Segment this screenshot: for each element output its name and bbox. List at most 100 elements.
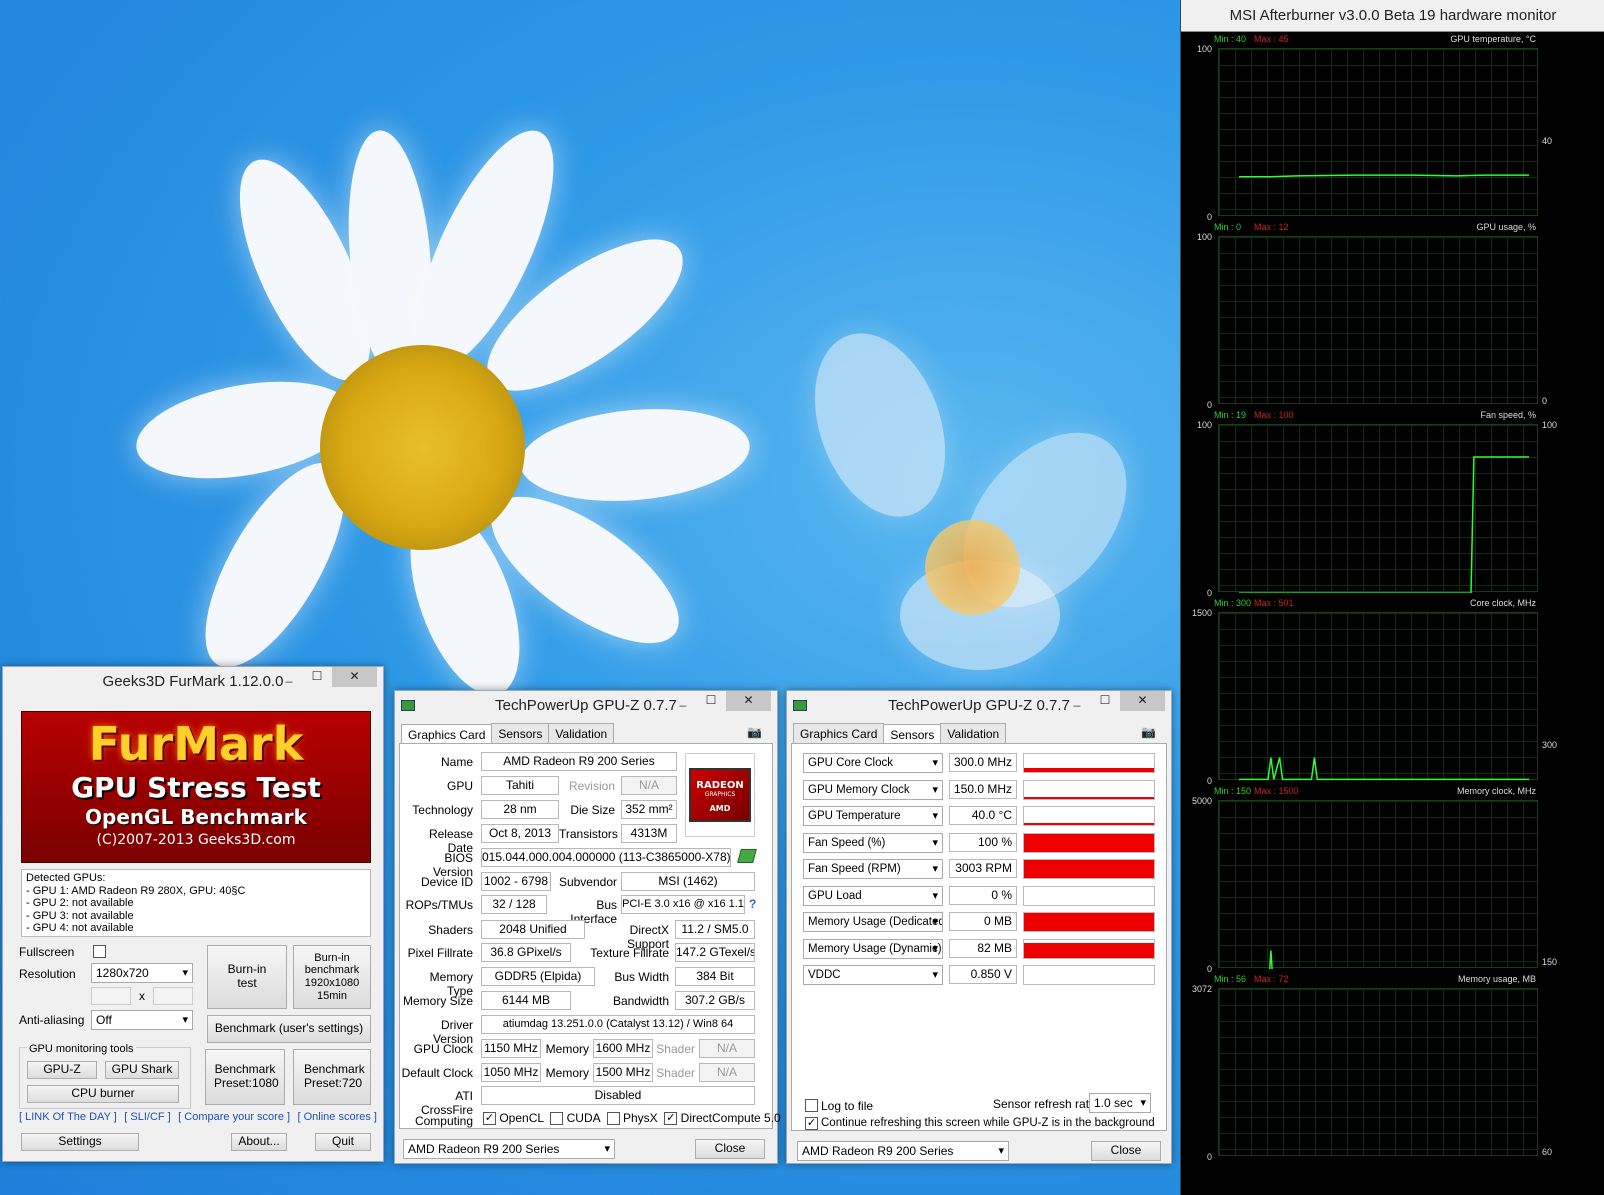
- fullscreen-checkbox[interactable]: [93, 945, 106, 958]
- memory-type-value: GDDR5 (Elpida): [481, 967, 595, 986]
- shaders-label: Shaders: [428, 923, 473, 937]
- antialiasing-select[interactable]: Off: [91, 1010, 193, 1030]
- antialiasing-label: Anti-aliasing: [19, 1013, 85, 1027]
- minimize-button[interactable]: _: [275, 667, 303, 687]
- minimize-button[interactable]: _: [1063, 691, 1091, 711]
- texture-fillrate-value: 147.2 GTexel/s: [675, 943, 755, 962]
- gpu-value: Tahiti: [481, 776, 559, 795]
- tab-validation[interactable]: Validation: [940, 723, 1007, 744]
- default-clock-label: Default Clock: [401, 1066, 473, 1080]
- custom-height-input[interactable]: [153, 987, 193, 1005]
- sensor-name-select[interactable]: GPU Load: [803, 885, 943, 906]
- quit-button[interactable]: Quit: [315, 1133, 371, 1151]
- tab-validation[interactable]: Validation: [548, 723, 615, 744]
- benchmark-1080-button[interactable]: Benchmark Preset:1080: [205, 1049, 285, 1105]
- graph-line: [1219, 237, 1539, 405]
- benchmark-720-button[interactable]: Benchmark Preset:720: [293, 1049, 371, 1105]
- maximize-button[interactable]: ☐: [1091, 691, 1119, 711]
- tab-bar: Graphics Card Sensors Validation: [401, 723, 615, 745]
- link-sli-cf[interactable]: [ SLI/CF ]: [124, 1111, 170, 1123]
- maximize-button[interactable]: ☐: [303, 667, 331, 687]
- benchmark-user-button[interactable]: Benchmark (user's settings): [207, 1015, 371, 1043]
- sensor-graph: [1023, 806, 1155, 826]
- sensor-graph-fill: [1024, 860, 1154, 878]
- help-icon[interactable]: ?: [749, 897, 756, 911]
- logo-copyright: (C)2007-2013 Geeks3D.com: [96, 832, 296, 848]
- monitor-graph: Min : 300 Max : 501 Core clock, MHz 1500 0 30…: [1186, 596, 1566, 786]
- close-button[interactable]: ✕: [1120, 691, 1165, 711]
- sensor-name-select[interactable]: Memory Usage (Dynamic): [803, 938, 943, 959]
- resolution-select[interactable]: 1280x720: [91, 963, 193, 983]
- computing-row: ✓ OpenCL CUDA PhysX ✓ DirectCompute 5.0: [483, 1111, 781, 1126]
- graph-top-label: 1500: [1191, 608, 1212, 618]
- gpu-line: - GPU 3: not available: [26, 909, 134, 922]
- gpu-select[interactable]: AMD Radeon R9 200 Series: [403, 1139, 615, 1159]
- log-to-file-checkbox[interactable]: [805, 1099, 818, 1112]
- gpushark-label: GPU Shark: [111, 1062, 173, 1077]
- shaders-value: 2048 Unified: [481, 920, 585, 939]
- burnin-test-button[interactable]: Burn-in test: [207, 945, 287, 1009]
- gpuz-titlebar: TechPowerUp GPU-Z 0.7.7 _ ☐ ✕: [787, 691, 1171, 721]
- close-button[interactable]: ✕: [726, 691, 771, 711]
- close-window-button[interactable]: Close: [1091, 1141, 1161, 1161]
- maximize-button[interactable]: ☐: [697, 691, 725, 711]
- graph-title: Core clock, MHz: [1469, 598, 1536, 608]
- gpuz-app-icon: [793, 700, 807, 711]
- sensor-name-select[interactable]: VDDC: [803, 965, 943, 985]
- graph-top-label: 100: [1196, 232, 1212, 242]
- graph-top-label: 3072: [1191, 984, 1212, 994]
- sensor-name-select[interactable]: Memory Usage (Dedicated): [803, 912, 943, 932]
- refresh-rate-select[interactable]: 1.0 sec: [1089, 1093, 1151, 1113]
- technology-value: 28 nm: [481, 800, 559, 819]
- sensor-name-select[interactable]: Fan Speed (%): [803, 832, 943, 853]
- window-title: TechPowerUp GPU-Z 0.7.7: [495, 697, 677, 714]
- revision-label: Revision: [568, 779, 615, 793]
- gpuz-button[interactable]: GPU-Z: [27, 1061, 97, 1079]
- tab-sensors[interactable]: Sensors: [491, 723, 550, 744]
- minimize-button[interactable]: _: [669, 691, 697, 711]
- link-of-the-day[interactable]: [ LINK Of The DAY ]: [19, 1111, 117, 1123]
- close-button[interactable]: ✕: [332, 667, 377, 687]
- sensor-name-select[interactable]: GPU Memory Clock: [803, 779, 943, 800]
- camera-icon[interactable]: 📷: [747, 725, 762, 739]
- graph-max: Max : 100: [1254, 410, 1294, 420]
- pixel-fillrate-label: Pixel Fillrate: [407, 946, 473, 960]
- close-window-button[interactable]: Close: [695, 1139, 765, 1159]
- graph-min: Min : 19: [1214, 410, 1247, 420]
- graph-top-label: 100: [1196, 44, 1212, 54]
- flower-petal: [791, 315, 969, 535]
- revision-value: N/A: [621, 776, 677, 795]
- gpu-label: GPU: [446, 779, 473, 793]
- shader-clock-value: N/A: [699, 1039, 755, 1058]
- burnin-benchmark-button[interactable]: Burn-in benchmark 1920x1080 15min: [293, 945, 371, 1009]
- shader-clock-label: Shader: [656, 1042, 695, 1056]
- sensor-value: 150.0 MHz: [949, 779, 1017, 799]
- graph-max: Max : 501: [1254, 598, 1294, 608]
- tab-graphics-card[interactable]: Graphics Card: [793, 723, 885, 744]
- gpu-select[interactable]: AMD Radeon R9 200 Series: [797, 1141, 1009, 1161]
- continue-refresh-checkbox[interactable]: ✓: [805, 1117, 818, 1130]
- camera-icon[interactable]: 📷: [1141, 725, 1156, 739]
- gpu-line: - GPU 4: not available: [26, 922, 134, 934]
- tab-sensors[interactable]: Sensors: [883, 724, 942, 745]
- about-button[interactable]: About...: [231, 1133, 287, 1151]
- sensor-graph-fill: [1024, 767, 1154, 772]
- bandwidth-label: Bandwidth: [612, 994, 669, 1008]
- link-compare-score[interactable]: [ Compare your score ]: [178, 1111, 290, 1123]
- graph-min: Min : 300: [1214, 598, 1252, 608]
- sensor-name-select[interactable]: GPU Temperature: [803, 806, 943, 826]
- resolution-label: Resolution: [19, 967, 76, 981]
- sensor-name-select[interactable]: GPU Core Clock: [803, 753, 943, 773]
- cpuburner-button[interactable]: CPU burner: [27, 1085, 179, 1103]
- custom-width-input[interactable]: [91, 987, 131, 1005]
- sensor-name-select[interactable]: Fan Speed (RPM): [803, 859, 943, 879]
- sensor-graph: [1023, 859, 1155, 879]
- close-label: Close: [714, 1141, 746, 1156]
- settings-button[interactable]: Settings: [21, 1133, 139, 1151]
- link-online-scores[interactable]: [ Online scores ]: [297, 1111, 376, 1123]
- sensor-graph: [1023, 912, 1155, 932]
- sensor-graph: [1023, 938, 1155, 959]
- afterburner-titlebar: MSI Afterburner v3.0.0 Beta 19 hardware …: [1181, 0, 1604, 32]
- tab-graphics-card[interactable]: Graphics Card: [401, 724, 493, 745]
- gpushark-button[interactable]: GPU Shark: [105, 1061, 179, 1079]
